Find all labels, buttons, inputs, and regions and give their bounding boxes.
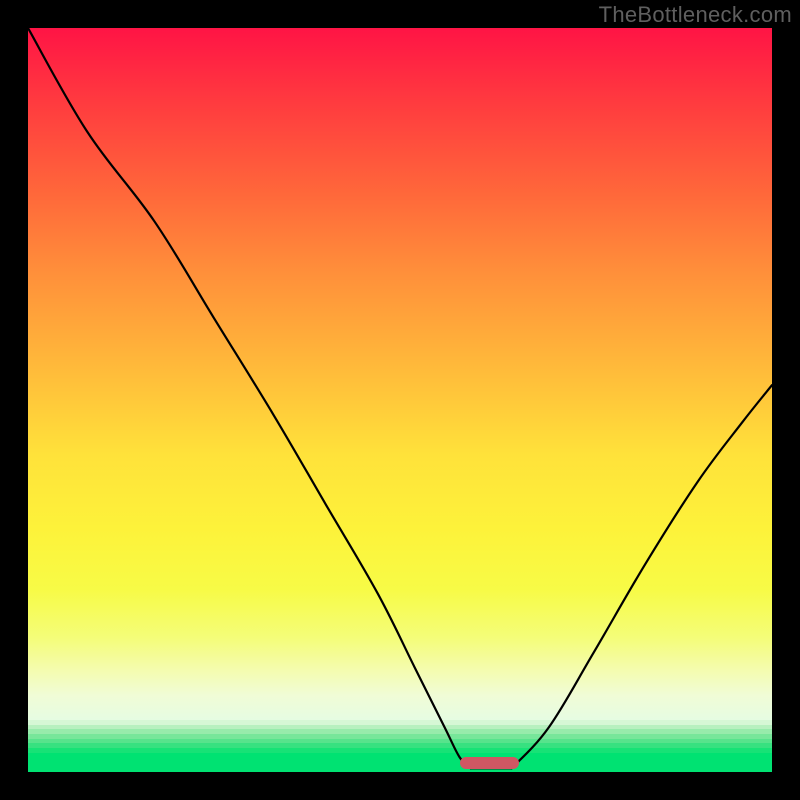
curve-right-branch (512, 385, 772, 768)
curve-left-branch (28, 28, 471, 768)
plot-area (28, 28, 772, 772)
watermark-text: TheBottleneck.com (599, 2, 792, 28)
chart-frame: TheBottleneck.com (0, 0, 800, 800)
bottleneck-curve (28, 28, 772, 772)
optimum-marker (460, 757, 520, 769)
